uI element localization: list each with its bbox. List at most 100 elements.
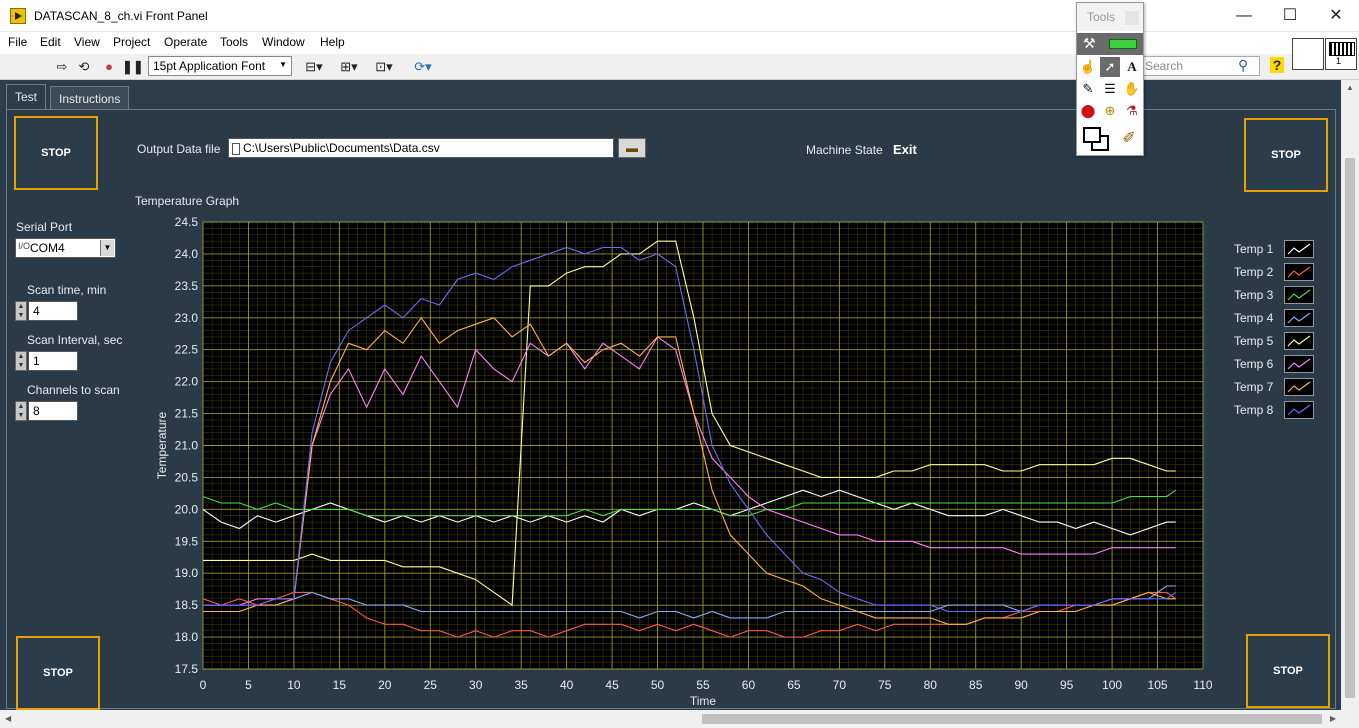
legend-item[interactable]: Temp 2 (1230, 262, 1322, 282)
legend-item[interactable]: Temp 6 (1230, 354, 1322, 374)
connect-wire-icon[interactable]: ✎ (1078, 79, 1098, 99)
minimize-button[interactable]: — (1221, 0, 1267, 32)
scroll-right-icon[interactable]: ▶ (1330, 714, 1336, 723)
stop-button-bottom-right[interactable]: STOP (1246, 634, 1330, 708)
legend-swatch[interactable] (1284, 263, 1314, 281)
machine-state-value: Exit (893, 142, 917, 157)
y-tick-label: 23.5 (175, 279, 199, 293)
scan-interval-input[interactable]: 1 (28, 351, 78, 371)
scan-time-stepper[interactable]: ▲ ▼ (15, 301, 27, 321)
legend-item[interactable]: Temp 1 (1230, 239, 1322, 259)
legend-item[interactable]: Temp 8 (1230, 400, 1322, 420)
y-tick-label: 20.5 (175, 470, 199, 484)
vertical-scroll-thumb[interactable] (1345, 158, 1355, 698)
horizontal-scrollbar[interactable]: ◀ ▶ (0, 710, 1359, 728)
set-breakpoint-icon[interactable]: ⬤ (1078, 101, 1098, 121)
maximize-button[interactable]: ☐ (1267, 0, 1313, 32)
paintbrush-icon[interactable]: ✐ (1119, 129, 1139, 149)
probe-data-icon[interactable]: ⊕ (1100, 101, 1120, 121)
scroll-left-icon[interactable]: ◀ (5, 714, 11, 723)
edit-text-icon[interactable]: A (1122, 57, 1142, 77)
resize-objects-icon[interactable]: ⊡▾ (372, 59, 396, 75)
title-bar: DATASCAN_8_ch.vi Front Panel — ☐ ✕ (0, 0, 1359, 32)
context-help-icon[interactable]: ? (1270, 57, 1284, 73)
channels-label: Channels to scan (27, 383, 120, 397)
stop-button-top-right[interactable]: STOP (1244, 118, 1328, 192)
automatic-tool-selection[interactable]: ⚒ (1077, 33, 1143, 55)
menu-help[interactable]: Help (320, 35, 345, 49)
x-tick-label: 0 (200, 678, 207, 692)
chevron-down-icon[interactable]: ▼ (100, 240, 114, 256)
scan-time-control[interactable]: ▲ ▼ 4 (15, 301, 79, 321)
tools-palette-close-icon[interactable] (1125, 11, 1139, 25)
stop-button-top-left[interactable]: STOP (14, 116, 98, 190)
legend-swatch[interactable] (1284, 309, 1314, 327)
y-tick-label: 24.0 (175, 247, 199, 261)
auto-tool-indicator (1109, 39, 1137, 49)
legend-swatch[interactable] (1284, 401, 1314, 419)
legend-swatch[interactable] (1284, 332, 1314, 350)
reorder-icon[interactable]: ⟳▾ (410, 59, 436, 75)
menu-edit[interactable]: Edit (40, 35, 61, 49)
stop-button-bottom-left[interactable]: STOP (16, 636, 100, 710)
scroll-window-icon[interactable]: ✋ (1122, 79, 1142, 99)
text-settings-select[interactable]: 15pt Application Font (148, 56, 292, 76)
scan-interval-stepper[interactable]: ▲ ▼ (15, 351, 27, 371)
legend-item-label: Temp 5 (1234, 334, 1274, 348)
channels-control[interactable]: ▲ ▼ 8 (15, 401, 79, 421)
close-button[interactable]: ✕ (1313, 0, 1359, 32)
tab-test[interactable]: Test (6, 84, 47, 110)
get-color-icon[interactable]: ⚗ (1122, 101, 1142, 121)
wrench-icon: ⚒ (1083, 35, 1096, 51)
horizontal-scroll-thumb[interactable] (702, 714, 1322, 724)
y-tick-label: 21.0 (175, 439, 199, 453)
y-tick-label: 19.0 (175, 566, 199, 580)
menu-file[interactable]: File (8, 35, 27, 49)
output-file-path[interactable]: C:\Users\Public\Documents\Data.csv (228, 138, 614, 158)
legend-item[interactable]: Temp 5 (1230, 331, 1322, 351)
y-axis-label: Temperature (155, 411, 169, 479)
set-color-tool[interactable] (1083, 127, 1111, 153)
browse-folder-button[interactable]: ▬ (618, 138, 646, 158)
menu-operate[interactable]: Operate (164, 35, 207, 49)
pause-icon[interactable]: ❚❚ (122, 59, 144, 75)
y-tick-label: 21.5 (175, 407, 199, 421)
temperature-graph[interactable]: 0 5 10 15 20 25 30 35 40 45 50 55 60 65 70 75 80 85 90 95 10… (150, 210, 1220, 710)
position-select-icon[interactable]: ➚ (1100, 57, 1120, 77)
menu-tools[interactable]: Tools (220, 35, 248, 49)
align-objects-icon[interactable]: ⊟▾ (302, 59, 326, 75)
run-continuously-icon[interactable]: ⟲ (76, 59, 92, 75)
legend-swatch[interactable] (1284, 355, 1314, 373)
scan-time-input[interactable]: 4 (28, 301, 78, 321)
connector-pane[interactable]: 1 (1325, 38, 1357, 70)
object-shortcut-menu-icon[interactable]: ☰ (1100, 79, 1120, 99)
foreground-color-swatch[interactable] (1083, 127, 1101, 143)
menu-view[interactable]: View (74, 35, 100, 49)
vi-icon-pane[interactable] (1292, 38, 1324, 70)
legend-swatch[interactable] (1284, 286, 1314, 304)
scan-time-label: Scan time, min (27, 283, 107, 297)
vertical-scrollbar[interactable]: ▲ (1341, 80, 1359, 710)
menu-window[interactable]: Window (262, 35, 305, 49)
run-arrow-icon[interactable]: ⇨ (54, 59, 70, 75)
x-axis-label: Time (690, 694, 717, 708)
legend-swatch[interactable] (1284, 378, 1314, 396)
serial-port-select[interactable]: I/O COM4 ▼ (15, 238, 116, 258)
menu-project[interactable]: Project (113, 35, 150, 49)
channels-stepper[interactable]: ▲ ▼ (15, 401, 27, 421)
x-tick-label: 80 (924, 678, 938, 692)
scan-interval-control[interactable]: ▲ ▼ 1 (15, 351, 79, 371)
legend-item[interactable]: Temp 4 (1230, 308, 1322, 328)
legend-item[interactable]: Temp 7 (1230, 377, 1322, 397)
abort-execution-icon[interactable]: ● (101, 59, 117, 75)
x-tick-label: 10 (287, 678, 301, 692)
scroll-up-icon[interactable]: ▲ (1346, 83, 1354, 92)
legend-item[interactable]: Temp 3 (1230, 285, 1322, 305)
x-tick-label: 75 (878, 678, 892, 692)
channels-input[interactable]: 8 (28, 401, 78, 421)
operate-value-icon[interactable]: ☝ (1078, 57, 1098, 77)
search-icon[interactable]: ⚲ (1238, 57, 1248, 74)
y-tick-label: 22.0 (175, 375, 199, 389)
legend-swatch[interactable] (1284, 240, 1314, 258)
distribute-objects-icon[interactable]: ⊞▾ (337, 59, 361, 75)
